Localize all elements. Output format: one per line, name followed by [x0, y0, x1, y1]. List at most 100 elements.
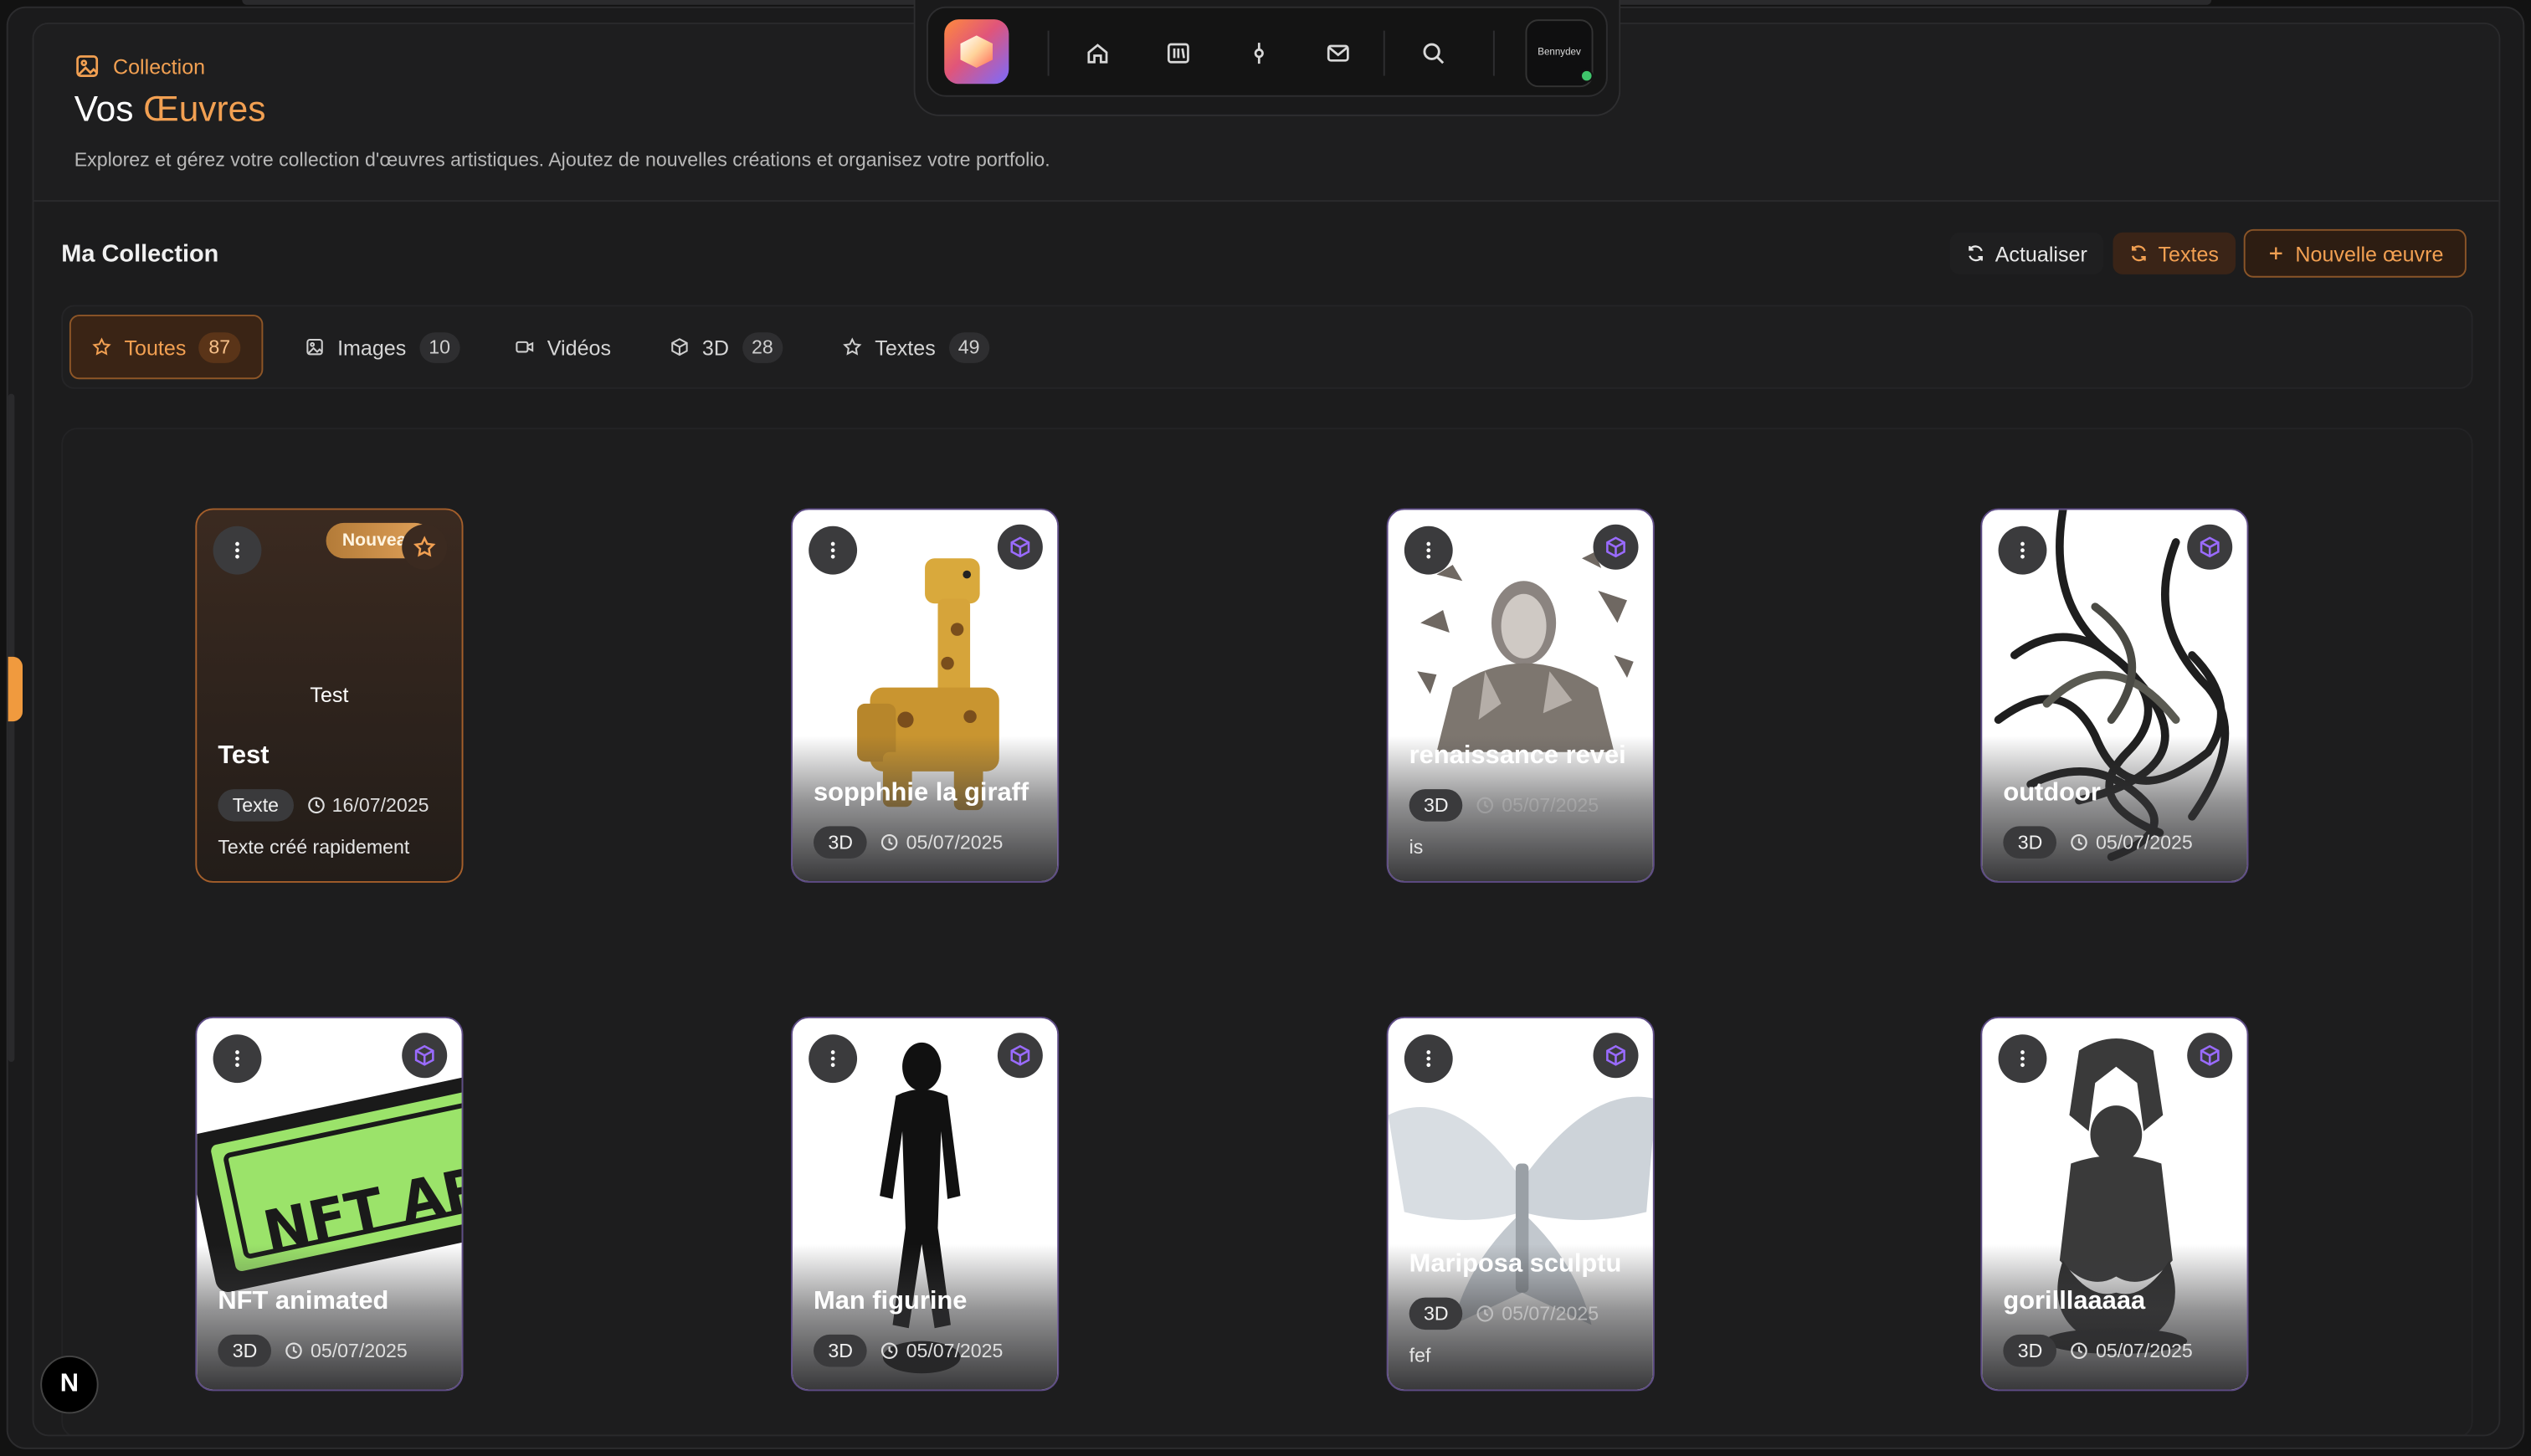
cube-icon: [671, 338, 688, 356]
refresh-icon: [1969, 245, 1983, 262]
type-badge: 3D: [2003, 1334, 2057, 1367]
artwork-card[interactable]: sopphhie la giraff 3D 05/07/2025: [790, 508, 1060, 883]
dock-divider: [1383, 30, 1385, 76]
artwork-card[interactable]: gorilllaaaaa 3D 05/07/2025: [1980, 1016, 2249, 1392]
clock-icon: [1477, 797, 1494, 814]
type-badge: 3D: [813, 826, 868, 859]
image-icon: [306, 338, 323, 356]
clock-icon: [881, 833, 899, 851]
artwork-card[interactable]: renaissance revei 3D 05/07/2025 is: [1386, 508, 1655, 883]
card-menu-button[interactable]: [1998, 525, 2047, 575]
cube-icon: [1010, 536, 1030, 558]
card-title: outdoor: [2003, 779, 2101, 807]
card-meta: 3D 05/07/2025: [1409, 1297, 1599, 1330]
card-date-value: 05/07/2025: [906, 1339, 1004, 1362]
collection-title: Ma Collection: [61, 240, 219, 269]
cube-icon: [1010, 1044, 1030, 1066]
breadcrumb[interactable]: Collection: [74, 54, 205, 79]
card-title: NFT animated: [218, 1287, 389, 1315]
online-status-dot: [1580, 69, 1594, 83]
artwork-card[interactable]: outdoor 3D 05/07/2025: [1980, 508, 2249, 883]
3d-type-button[interactable]: [2187, 1033, 2233, 1079]
new-artwork-button[interactable]: Nouvelle œuvre: [2243, 228, 2467, 278]
card-description: fef: [1409, 1344, 1431, 1367]
library-icon[interactable]: [1161, 35, 1196, 70]
card-menu-button[interactable]: [809, 1034, 858, 1084]
card-date: 05/07/2025: [2070, 831, 2193, 854]
user-avatar[interactable]: Bennydev: [1525, 19, 1594, 88]
tab-videos[interactable]: Vidéos: [494, 315, 632, 379]
type-badge: 3D: [813, 1334, 868, 1367]
sidebar-handle[interactable]: [8, 656, 23, 722]
card-menu-button[interactable]: [1404, 1034, 1453, 1084]
top-nav: Bennydev: [926, 6, 1608, 97]
3d-type-button[interactable]: [402, 1033, 448, 1079]
card-date: 05/07/2025: [2070, 1340, 2193, 1362]
type-badge: 3D: [2003, 826, 2057, 859]
page-description: Explorez et gérez votre collection d'œuv…: [74, 148, 1050, 172]
filter-tabs: Toutes 87 Images 10 Vidéos 3D 28 Textes …: [61, 305, 2473, 389]
card-date-value: 05/07/2025: [2095, 1339, 2193, 1362]
mail-icon[interactable]: [1321, 35, 1356, 70]
texts-button[interactable]: Textes: [2113, 232, 2236, 274]
tab-3d[interactable]: 3D 28: [649, 315, 803, 379]
artwork-card[interactable]: Man figurine 3D 05/07/2025: [790, 1016, 1060, 1392]
more-vertical-icon: [2020, 1050, 2025, 1068]
card-date-value: 05/07/2025: [906, 831, 1004, 854]
3d-type-button[interactable]: [1593, 524, 1639, 570]
type-badge: 3D: [1409, 1297, 1463, 1330]
plus-icon: [2270, 247, 2282, 260]
card-date: 05/07/2025: [880, 1339, 1004, 1362]
card-meta: 3D 05/07/2025: [2003, 826, 2193, 859]
tab-label: Vidéos: [547, 335, 611, 360]
card-date-value: 16/07/2025: [331, 793, 429, 817]
left-rail: [8, 393, 15, 1062]
tab-images[interactable]: Images 10: [284, 315, 480, 379]
framework-badge[interactable]: N: [40, 1355, 99, 1414]
refresh-icon: [2131, 245, 2146, 262]
breadcrumb-label: Collection: [112, 54, 206, 79]
3d-type-button[interactable]: [1593, 1033, 1639, 1079]
card-menu-button[interactable]: [1998, 1034, 2047, 1084]
3d-type-button[interactable]: [2187, 524, 2233, 570]
clock-icon: [1477, 1305, 1494, 1322]
star-icon: [92, 337, 111, 356]
artwork-card[interactable]: Mariposa sculptu 3D 05/07/2025 fef: [1386, 1016, 1655, 1392]
card-menu-button[interactable]: [809, 525, 858, 575]
refresh-button[interactable]: Actualiser: [1949, 232, 2104, 274]
card-title: renaissance revei: [1409, 742, 1626, 770]
tab-all[interactable]: Toutes 87: [69, 315, 263, 380]
cube-icon: [2200, 1044, 2220, 1066]
video-icon: [516, 341, 534, 353]
3d-type-button[interactable]: [997, 1033, 1043, 1079]
search-icon[interactable]: [1415, 35, 1450, 70]
card-menu-button[interactable]: [213, 1034, 262, 1084]
app-logo[interactable]: [944, 19, 1009, 85]
clock-icon: [2071, 833, 2088, 851]
card-menu-button[interactable]: [213, 525, 262, 575]
tab-count: 49: [948, 331, 990, 362]
avatar-label: Bennydev: [1538, 48, 1581, 59]
card-title: sopphhie la giraff: [813, 779, 1029, 807]
star-icon: [843, 337, 862, 356]
type-badge: 3D: [1409, 789, 1463, 822]
card-menu-button[interactable]: [1404, 525, 1453, 575]
image-icon: [76, 55, 99, 77]
card-date: 05/07/2025: [880, 831, 1004, 854]
favorite-button[interactable]: [402, 524, 448, 570]
commit-icon[interactable]: [1241, 35, 1276, 70]
card-meta: Texte 16/07/2025: [218, 789, 429, 822]
artwork-card[interactable]: NFT ART NFT animated 3D 05/07/2025: [195, 1016, 464, 1392]
clock-icon: [881, 1342, 899, 1359]
cube-icon: [1606, 536, 1625, 558]
home-icon[interactable]: [1080, 35, 1115, 70]
clock-icon: [307, 797, 325, 814]
tab-texts[interactable]: Textes 49: [822, 315, 1011, 379]
card-date: 05/07/2025: [1476, 794, 1599, 817]
card-meta: 3D 05/07/2025: [218, 1334, 408, 1367]
3d-type-button[interactable]: [997, 524, 1043, 570]
artwork-card[interactable]: Nouveau Test Test Texte 16/07/2025 Texte…: [195, 508, 464, 883]
cube-icon: [414, 1044, 434, 1066]
star-icon: [413, 536, 436, 557]
new-artwork-label: Nouvelle œuvre: [2295, 241, 2444, 266]
